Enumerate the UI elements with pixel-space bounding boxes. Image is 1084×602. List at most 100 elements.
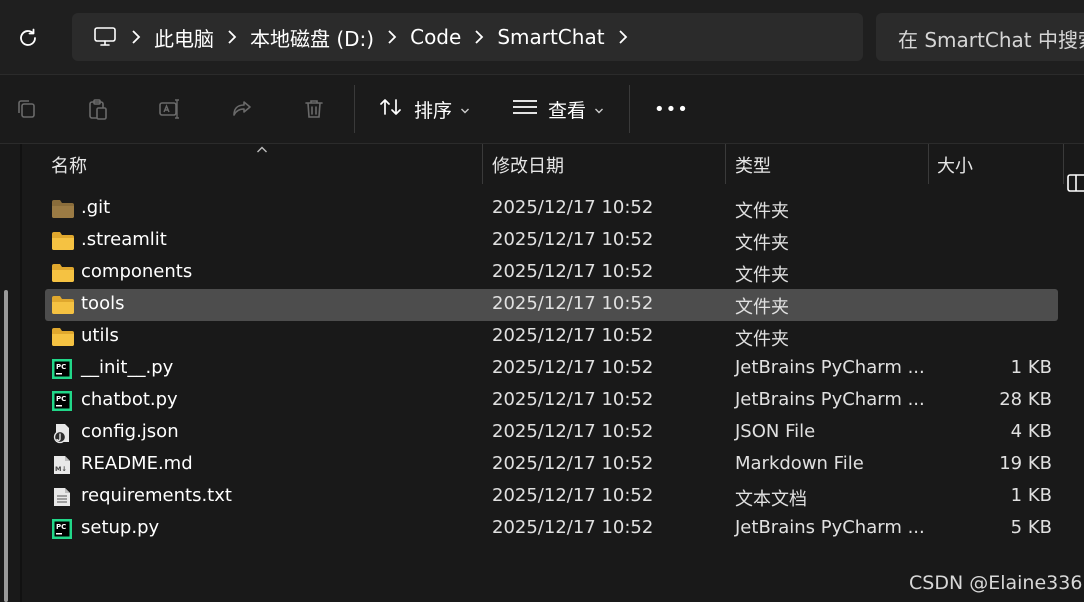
- file-type: Markdown File: [735, 453, 864, 474]
- file-type: JetBrains PyCharm ...: [735, 357, 925, 378]
- table-row[interactable]: PC setup.py 2025/12/17 10:52 JetBrains P…: [45, 513, 1058, 545]
- file-name: setup.py: [81, 517, 160, 538]
- folder-icon: [51, 326, 75, 348]
- paste-icon[interactable]: [84, 95, 112, 123]
- table-row[interactable]: M↓ README.md 2025/12/17 10:52 Markdown F…: [45, 449, 1058, 481]
- file-name: config.json: [81, 421, 179, 442]
- json-file-icon: [51, 422, 75, 444]
- column-divider[interactable]: [482, 144, 483, 184]
- markdown-file-icon: M↓: [51, 454, 75, 476]
- column-type[interactable]: 类型: [735, 152, 771, 178]
- view-button[interactable]: 查看: [512, 92, 604, 126]
- column-divider[interactable]: [725, 144, 726, 184]
- more-icon: •••: [654, 98, 689, 120]
- file-size: 1 KB: [1010, 357, 1052, 378]
- breadcrumb-this-pc[interactable]: 此电脑: [154, 23, 214, 52]
- table-row-selected[interactable]: tools 2025/12/17 10:52 文件夹: [45, 289, 1058, 321]
- breadcrumb-smartchat[interactable]: SmartChat: [497, 25, 604, 49]
- delete-icon[interactable]: [300, 95, 328, 123]
- table-row[interactable]: components 2025/12/17 10:52 文件夹: [45, 257, 1058, 289]
- search-placeholder: 在 SmartChat 中搜索: [898, 28, 1084, 52]
- chevron-right-icon[interactable]: [374, 29, 410, 45]
- column-name[interactable]: 名称: [51, 152, 87, 178]
- rename-icon[interactable]: [156, 95, 184, 123]
- copy-icon[interactable]: [12, 95, 40, 123]
- sort-button[interactable]: 排序: [378, 92, 470, 126]
- svg-text:PC: PC: [56, 395, 66, 403]
- file-name: requirements.txt: [81, 485, 232, 506]
- chevron-right-icon[interactable]: [214, 29, 250, 45]
- view-label: 查看: [548, 99, 587, 122]
- file-name: .streamlit: [81, 229, 167, 250]
- pycharm-file-icon: PC: [51, 358, 75, 380]
- file-type: 文件夹: [735, 233, 789, 254]
- address-bar-area: 此电脑 本地磁盘 (D:) Code SmartChat 在 SmartChat…: [0, 0, 1084, 75]
- column-divider[interactable]: [1063, 144, 1064, 184]
- file-type: JSON File: [735, 421, 816, 442]
- table-row[interactable]: PC __init__.py 2025/12/17 10:52 JetBrain…: [45, 353, 1058, 385]
- file-size: 19 KB: [999, 453, 1052, 474]
- file-modified: 2025/12/17 10:52: [492, 485, 654, 506]
- file-modified: 2025/12/17 10:52: [492, 325, 654, 346]
- file-size: 5 KB: [1010, 517, 1052, 538]
- toolbar-divider: [354, 85, 355, 133]
- pycharm-file-icon: PC: [51, 518, 75, 540]
- chevron-right-icon[interactable]: [605, 29, 641, 45]
- file-modified: 2025/12/17 10:52: [492, 421, 654, 442]
- pycharm-file-icon: PC: [51, 390, 75, 412]
- scrollbar[interactable]: [0, 144, 18, 602]
- file-modified: 2025/12/17 10:52: [492, 293, 654, 314]
- table-row[interactable]: .streamlit 2025/12/17 10:52 文件夹: [45, 225, 1058, 257]
- folder-dark-icon: [51, 198, 75, 220]
- file-name: tools: [81, 293, 125, 314]
- file-modified: 2025/12/17 10:52: [492, 197, 654, 218]
- file-name: utils: [81, 325, 119, 346]
- chevron-right-icon[interactable]: [461, 29, 497, 45]
- scrollbar-thumb[interactable]: [4, 290, 8, 602]
- text-file-icon: [51, 486, 75, 508]
- column-modified[interactable]: 修改日期: [492, 152, 564, 178]
- file-modified: 2025/12/17 10:52: [492, 517, 654, 538]
- file-modified: 2025/12/17 10:52: [492, 261, 654, 282]
- column-divider[interactable]: [928, 144, 929, 184]
- table-row[interactable]: PC chatbot.py 2025/12/17 10:52 JetBrains…: [45, 385, 1058, 417]
- file-name: __init__.py: [81, 357, 174, 378]
- sort-label: 排序: [414, 99, 453, 122]
- breadcrumb-local-disk[interactable]: 本地磁盘 (D:): [250, 23, 374, 52]
- file-type: 文本文档: [735, 489, 807, 510]
- navigation-pane-edge: [20, 144, 22, 602]
- file-name: chatbot.py: [81, 389, 178, 410]
- list-view-icon: [512, 97, 538, 122]
- chevron-down-icon: [460, 98, 470, 120]
- file-type: 文件夹: [735, 265, 789, 286]
- file-size: 1 KB: [1010, 485, 1052, 506]
- breadcrumb-code[interactable]: Code: [410, 25, 461, 49]
- refresh-icon[interactable]: [14, 24, 42, 52]
- share-icon[interactable]: [228, 95, 256, 123]
- command-bar: 排序 查看 •••: [0, 75, 1084, 192]
- more-options-button[interactable]: •••: [654, 92, 689, 126]
- table-row[interactable]: .git 2025/12/17 10:52 文件夹: [45, 193, 1058, 225]
- folder-icon: [51, 294, 75, 316]
- table-row[interactable]: utils 2025/12/17 10:52 文件夹: [45, 321, 1058, 353]
- column-header-row: 名称 修改日期 类型 大小: [22, 144, 1084, 184]
- sort-icon: [378, 96, 404, 123]
- file-modified: 2025/12/17 10:52: [492, 453, 654, 474]
- search-input[interactable]: 在 SmartChat 中搜索: [876, 13, 1084, 61]
- file-modified: 2025/12/17 10:52: [492, 229, 654, 250]
- file-type: JetBrains PyCharm ...: [735, 517, 925, 538]
- watermark: CSDN @Elaine336: [909, 572, 1083, 594]
- folder-icon: [51, 262, 75, 284]
- file-name: .git: [81, 197, 111, 218]
- file-size: 28 KB: [999, 389, 1052, 410]
- file-type: 文件夹: [735, 297, 789, 318]
- table-row[interactable]: config.json 2025/12/17 10:52 JSON File 4…: [45, 417, 1058, 449]
- breadcrumb[interactable]: 此电脑 本地磁盘 (D:) Code SmartChat: [72, 13, 863, 61]
- file-modified: 2025/12/17 10:52: [492, 357, 654, 378]
- column-size[interactable]: 大小: [937, 152, 973, 178]
- table-row[interactable]: requirements.txt 2025/12/17 10:52 文本文档 1…: [45, 481, 1058, 513]
- sort-ascending-icon: [256, 140, 268, 159]
- chevron-right-icon[interactable]: [118, 29, 154, 45]
- computer-icon[interactable]: [92, 24, 118, 50]
- folder-icon: [51, 230, 75, 252]
